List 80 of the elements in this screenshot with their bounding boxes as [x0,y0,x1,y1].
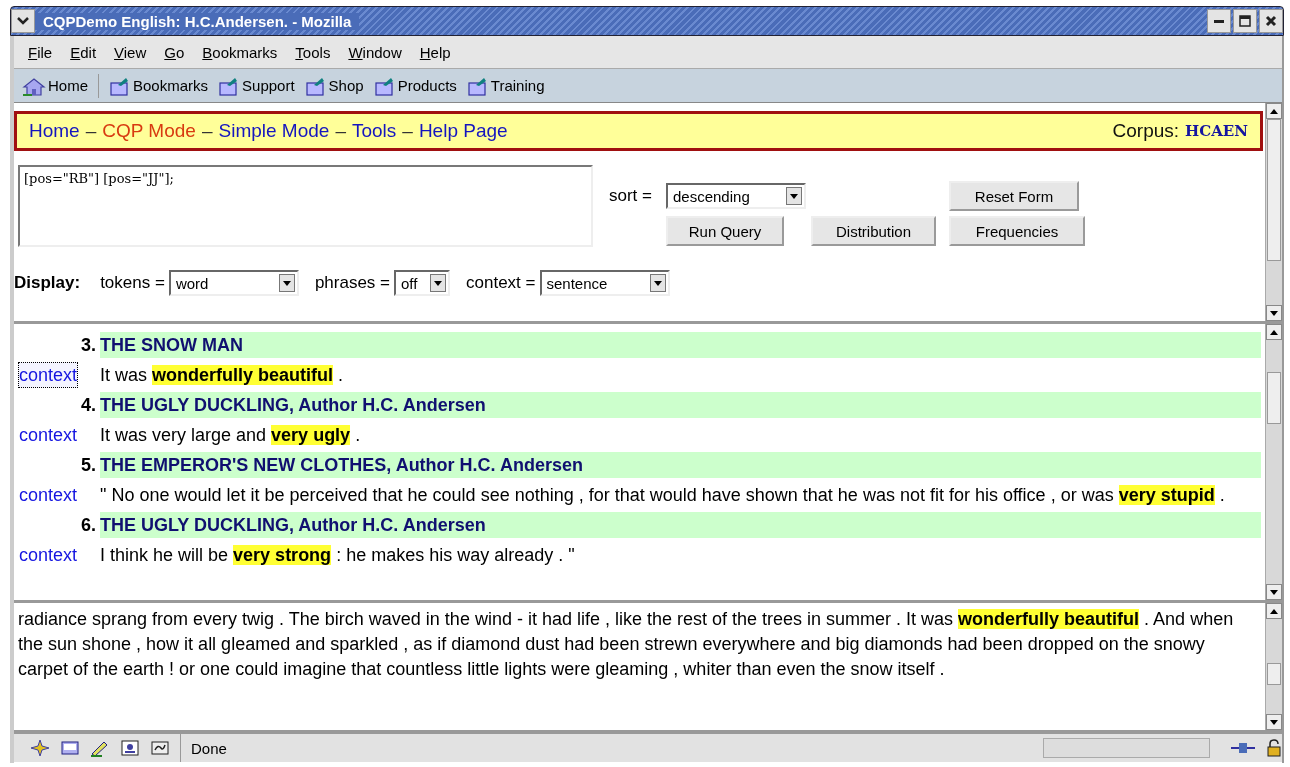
address-card-icon[interactable] [120,739,140,757]
result-sentence: I think he will be very strong : he makes his way already . " [100,544,576,567]
folder-icon [466,75,489,96]
result-number: 3. [80,334,96,357]
context-link[interactable]: context [18,542,79,568]
separator: – [85,120,97,142]
pen-icon[interactable] [90,739,110,757]
nav-link[interactable]: Tools [351,120,397,142]
query-field[interactable]: [pos="RB"] [pos="JJ"]; [18,165,593,247]
sort-dropdown[interactable]: descending [666,183,806,209]
plug-icon [1230,741,1256,755]
result-sentence: " No one would let it be perceived that he could see nothing , for that would have shown that he was not fit for his office , or was very stupid . [100,484,1226,507]
mail-icon[interactable] [60,739,80,757]
nav-link[interactable]: CQP Mode [102,120,196,142]
toolbar-button[interactable]: Training [464,73,547,98]
form-button[interactable]: Distribution [811,216,936,246]
menu-item[interactable]: File [20,41,61,63]
chevron-down-icon [17,17,29,25]
context-link[interactable]: context [18,422,79,448]
result-sentence: It was wonderfully beautiful . [100,364,345,387]
option-label: context = [466,273,536,293]
option-dropdown[interactable]: word [168,270,299,296]
menu-item[interactable]: Tools [287,41,339,63]
option-label: phrases = [314,273,391,293]
form-button[interactable]: Frequencies [949,216,1085,246]
toolbar-button[interactable]: Home [20,73,90,98]
option-dropdown[interactable]: sentence [539,270,670,296]
scrollbar[interactable] [1265,324,1282,600]
folder-icon [304,75,327,96]
toolbar-button[interactable]: Support [216,73,297,98]
result-title: THE UGLY DUCKLING, Author H.C. Andersen [100,512,1261,538]
result-number: 5. [80,454,96,477]
result-number: 4. [80,394,96,417]
chat-icon[interactable] [150,739,170,757]
result-title: THE SNOW MAN [100,332,1261,358]
context-link[interactable]: context [18,362,79,388]
context-paragraph: radiance sprang from every twig . The birch waved in the wind - it had life , like the rest of the trees in summer . It was wonderfully beautiful . And when the sun shone , how it all gleamed and sparkled , as if diamond dust had been strewn everywhere and big diamonds had been dropped on the snowy carpet of the earth ! or one could imagine that countless little lights were gleaming , whiter than even the snow itself . [17,608,1235,681]
nav-link[interactable]: Simple Mode [218,120,330,142]
window-title: CQPDemo English: H.C.Andersen. - Mozilla [35,12,360,30]
scrollbar[interactable] [1265,103,1282,321]
result-title: THE UGLY DUCKLING, Author H.C. Andersen [100,392,1261,418]
option-label: tokens = [100,273,165,293]
form-button[interactable]: Reset Form [949,181,1079,211]
context-link[interactable]: context [18,482,79,508]
menu-item[interactable]: Bookmarks [194,41,286,63]
toolbar-button[interactable]: Products [371,73,459,98]
corpus-label: Corpus: [1112,120,1180,142]
menu-item[interactable]: Help [411,41,459,63]
result-number: 6. [80,514,96,537]
maximize-button[interactable] [1233,9,1257,33]
menu-item[interactable]: Edit [62,41,105,63]
corpus-name: HCAEN [1185,122,1248,140]
maximize-icon [1239,15,1251,27]
nav-link[interactable]: Home [29,120,80,142]
nav-link[interactable]: Help Page [418,120,508,142]
toolbar-button[interactable]: Shop [302,73,366,98]
option-dropdown[interactable]: off [394,270,451,296]
folder-icon [373,75,396,96]
menu-item[interactable]: View [106,41,155,63]
status-text: Done [180,734,227,762]
separator: – [335,120,346,142]
display-label: Display: [14,273,81,293]
scrollbar[interactable] [1265,603,1282,730]
result-title: THE EMPEROR'S NEW CLOTHES, Author H.C. Andersen [100,452,1261,478]
result-sentence: It was very large and very ugly . [100,424,362,447]
window-menu-button[interactable] [11,9,35,33]
form-button[interactable]: Run Query [666,216,784,246]
sparkle-icon[interactable] [30,739,50,757]
padlock-icon[interactable] [1266,739,1282,757]
close-button[interactable] [1259,9,1283,33]
toolbar-button[interactable]: Bookmarks [107,73,211,98]
menu-item[interactable]: Window [340,41,410,63]
separator: – [201,120,213,142]
minimize-icon [1214,19,1224,23]
sort-label: sort = [609,186,653,206]
menu-item[interactable]: Go [156,41,193,63]
minimize-button[interactable] [1207,9,1231,33]
folder-icon [109,75,131,96]
close-icon [1265,15,1277,27]
separator: – [402,120,413,142]
